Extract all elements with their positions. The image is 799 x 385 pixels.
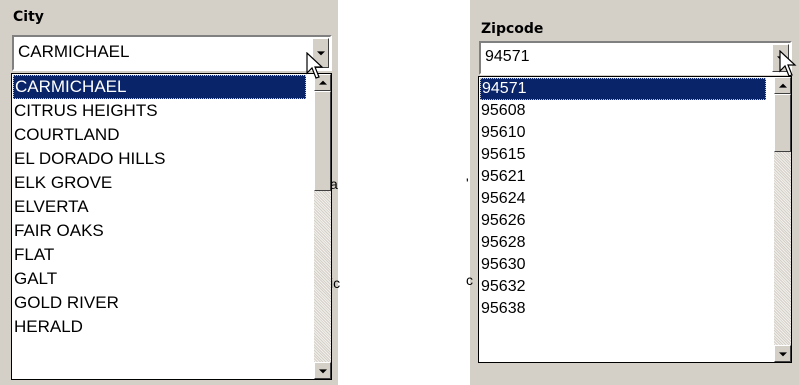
zipcode-select[interactable]: 94571: [479, 41, 792, 75]
city-scroll-down-button[interactable]: [314, 362, 331, 379]
zipcode-option[interactable]: 95628: [479, 232, 775, 254]
zipcode-scrollbar[interactable]: [774, 77, 791, 362]
zipcode-scroll-up-button[interactable]: [774, 77, 791, 94]
zipcode-option[interactable]: 95608: [479, 100, 775, 122]
city-option[interactable]: CITRUS HEIGHTS: [12, 99, 315, 123]
city-dropdown-list[interactable]: CARMICHAEL CITRUS HEIGHTS COURTLAND EL D…: [11, 73, 332, 380]
zipcode-selected-value: 94571: [485, 48, 530, 65]
background-text-fragment: c: [466, 272, 473, 288]
scroll-up-arrow-icon: [318, 80, 327, 85]
zipcode-option[interactable]: 95621: [479, 166, 775, 188]
city-select[interactable]: CARMICHAEL: [12, 35, 332, 71]
zipcode-option[interactable]: 95632: [479, 276, 775, 298]
city-option[interactable]: EL DORADO HILLS: [12, 147, 315, 171]
zipcode-dropdown-list[interactable]: 94571 95608 95610 95615 95621 95624 9562…: [478, 76, 792, 363]
zipcode-scroll-down-button[interactable]: [774, 345, 791, 362]
scroll-down-arrow-icon: [778, 351, 787, 356]
background-text-fragment: ': [466, 175, 469, 191]
mouse-pointer-icon: [306, 52, 324, 79]
city-option[interactable]: GALT: [12, 267, 315, 291]
zipcode-option[interactable]: 95626: [479, 210, 775, 232]
zipcode-option-list: 94571 95608 95610 95615 95621 95624 9562…: [479, 77, 775, 320]
zipcode-option[interactable]: 95638: [479, 298, 775, 320]
city-option[interactable]: ELK GROVE: [12, 171, 315, 195]
scroll-down-arrow-icon: [318, 368, 327, 373]
city-option[interactable]: FLAT: [12, 243, 315, 267]
zipcode-option[interactable]: 95615: [479, 144, 775, 166]
city-scroll-thumb[interactable]: [314, 91, 331, 191]
city-option[interactable]: COURTLAND: [12, 123, 315, 147]
city-option[interactable]: ELVERTA: [12, 195, 315, 219]
city-selected-value: CARMICHAEL: [18, 42, 130, 61]
city-option-list: CARMICHAEL CITRUS HEIGHTS COURTLAND EL D…: [12, 74, 315, 339]
scroll-up-arrow-icon: [778, 83, 787, 88]
mouse-pointer-icon: [779, 50, 797, 77]
zipcode-option[interactable]: 94571: [480, 78, 766, 100]
zipcode-scroll-thumb[interactable]: [774, 94, 791, 152]
zipcode-option[interactable]: 95630: [479, 254, 775, 276]
city-option[interactable]: FAIR OAKS: [12, 219, 315, 243]
zipcode-option[interactable]: 95624: [479, 188, 775, 210]
city-option[interactable]: GOLD RIVER: [12, 291, 315, 315]
zipcode-label: Zipcode: [481, 21, 544, 37]
zipcode-option[interactable]: 95610: [479, 122, 775, 144]
city-scrollbar[interactable]: [314, 74, 331, 379]
city-label: City: [13, 9, 44, 25]
city-option[interactable]: HERALD: [12, 315, 315, 339]
city-option[interactable]: CARMICHAEL: [13, 75, 306, 99]
